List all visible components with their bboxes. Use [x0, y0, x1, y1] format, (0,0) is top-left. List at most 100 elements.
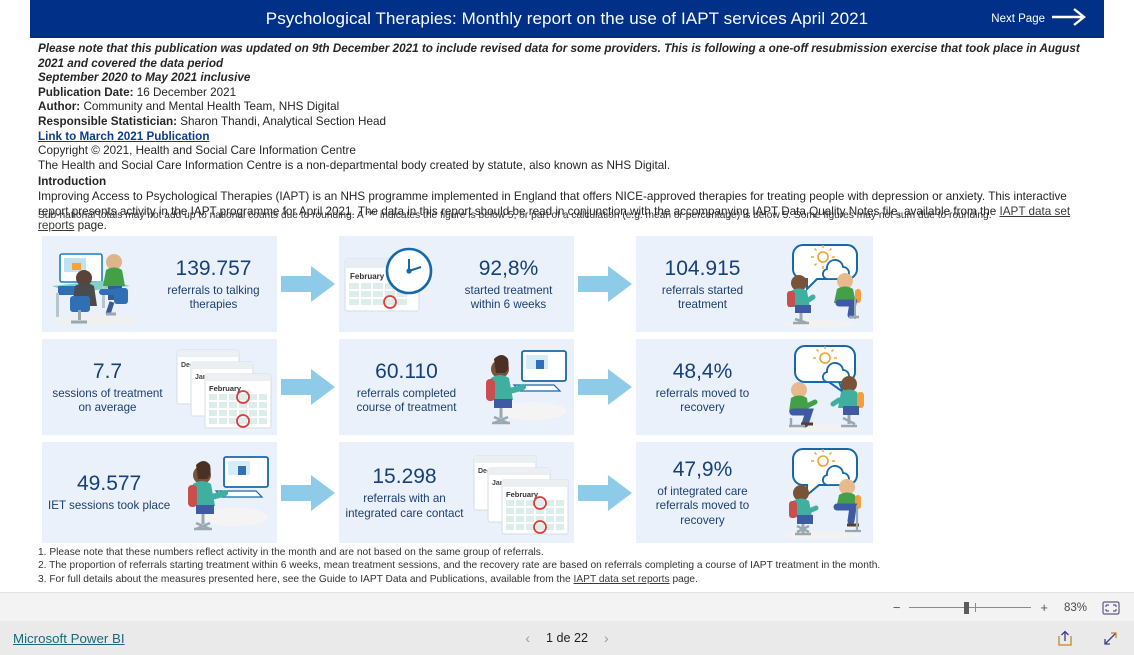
previous-page-button[interactable]: ‹ — [525, 630, 530, 646]
kpi-card-referrals-talking-therapies[interactable]: 139.757 referrals to talking therapies — [42, 236, 277, 332]
zoom-slider[interactable] — [909, 601, 1032, 614]
kpi-value: 60.110 — [375, 359, 438, 383]
report-notes: Please note that this publication was up… — [38, 42, 1096, 234]
kpi-card-sessions-average[interactable]: 7.7 sessions of treatment on average Dec… — [42, 339, 277, 435]
kpi-infographic: 139.757 referrals to talking therapies F… — [42, 236, 885, 550]
block-arrow-icon — [281, 369, 335, 405]
statistician-row: Responsible Statistician: Sharon Thandi,… — [38, 115, 1096, 130]
kpi-text: 49.577 IET sessions took place — [42, 471, 176, 514]
zoom-slider-track — [909, 607, 1032, 608]
kpi-value: 47,9% — [672, 457, 733, 481]
footer-action-icons — [1056, 629, 1120, 648]
kpi-card-integrated-care-contact[interactable]: 15.298 referrals with an integrated care… — [339, 442, 574, 543]
calendar-clock-icon: February — [339, 241, 443, 327]
arrow-right-icon — [1052, 7, 1090, 32]
author-row: Author: Community and Mental Health Team… — [38, 100, 1096, 115]
flow-arrow-5 — [277, 442, 339, 543]
march-publication-link-row: Link to March 2021 Publication — [38, 130, 1096, 145]
zoom-toolbar: − + 83% — [0, 592, 1134, 623]
zoom-slider-thumb[interactable] — [964, 601, 970, 614]
update-note-line2: September 2020 to May 2021 inclusive — [38, 71, 251, 85]
kpi-label: referrals started treatment — [661, 283, 744, 312]
report-header: Psychological Therapies: Monthly report … — [30, 0, 1104, 38]
fullscreen-icon[interactable] — [1101, 629, 1120, 648]
next-page-button[interactable]: Next Page — [991, 0, 1090, 38]
introduction-heading: Introduction — [38, 175, 107, 189]
flow-arrow-1 — [277, 236, 339, 332]
update-note-line1: Please note that this publication was up… — [38, 42, 1080, 70]
kpi-label: referrals to talking therapies — [167, 283, 260, 312]
report-footnotes: 1. Please note that these numbers reflec… — [38, 546, 1098, 586]
kpi-text: 139.757 referrals to talking therapies — [150, 256, 277, 313]
counselling-weather-icon — [769, 239, 873, 329]
kpi-row-1: 139.757 referrals to talking therapies F… — [42, 236, 885, 332]
page-title: Psychological Therapies: Monthly report … — [265, 9, 869, 28]
calendar-stack-icon: December January February — [470, 448, 574, 538]
kpi-card-integrated-care-recovery[interactable]: 47,9% of integrated care referrals moved… — [636, 442, 873, 543]
power-bi-report-page: Psychological Therapies: Monthly report … — [0, 0, 1134, 655]
flow-arrow-2 — [574, 236, 636, 332]
rounding-note: Sub-national totals may not add up to na… — [38, 210, 992, 221]
power-bi-status-bar: Microsoft Power BI ‹ 1 de 22 › — [0, 621, 1134, 655]
flow-arrow-3 — [277, 339, 339, 435]
kpi-card-referrals-started-treatment[interactable]: 104.915 referrals started treatment — [636, 236, 873, 332]
next-page-label: Next Page — [991, 13, 1045, 25]
zoom-in-button[interactable]: + — [1040, 601, 1048, 614]
kpi-label: sessions of treatment on average — [52, 386, 163, 415]
footnote-2: 2. The proportion of referrals starting … — [38, 560, 881, 572]
calendar-stack-icon: December January February — [173, 342, 277, 432]
kpi-label: referrals moved to recovery — [655, 386, 750, 415]
kpi-card-completed-course[interactable]: 60.110 referrals completed course of tre… — [339, 339, 574, 435]
kpi-text: 15.298 referrals with an integrated care… — [339, 464, 470, 521]
counselling-weather-icon — [769, 445, 873, 540]
publication-date-value: 16 December 2021 — [136, 85, 237, 99]
kpi-label: started treatment within 6 weeks — [464, 283, 553, 312]
zoom-out-button[interactable]: − — [893, 601, 901, 614]
flow-arrow-6 — [574, 442, 636, 543]
footnote-1: 1. Please note that these numbers reflec… — [38, 547, 544, 558]
kpi-value: 139.757 — [175, 256, 252, 280]
kpi-value: 48,4% — [672, 359, 733, 383]
page-navigator: ‹ 1 de 22 › — [0, 630, 1134, 646]
hscic-note-line: The Health and Social Care Information C… — [38, 158, 671, 172]
kpi-text: 60.110 referrals completed course of tre… — [339, 359, 474, 416]
kpi-card-iet-sessions[interactable]: 49.577 IET sessions took place — [42, 442, 277, 543]
copyright-line: Copyright © 2021, Health and Social Care… — [38, 144, 356, 158]
kpi-text: 92,8% started treatment within 6 weeks — [443, 256, 574, 313]
fit-to-page-icon[interactable] — [1102, 600, 1120, 615]
footnote-3-part2: page. — [669, 573, 698, 585]
kpi-card-moved-to-recovery[interactable]: 48,4% referrals moved to recovery — [636, 339, 873, 435]
kpi-text: 47,9% of integrated care referrals moved… — [636, 457, 769, 529]
kpi-text: 7.7 sessions of treatment on average — [42, 359, 173, 416]
kpi-label: referrals completed course of treatment — [356, 386, 457, 415]
online-session-icon — [474, 343, 574, 431]
svg-text:February: February — [506, 490, 539, 499]
share-icon[interactable] — [1056, 629, 1075, 648]
zoom-slider-tick — [975, 603, 977, 612]
block-arrow-icon — [578, 369, 632, 405]
kpi-label: referrals with an integrated care contac… — [345, 492, 464, 520]
author-label: Author: — [38, 100, 81, 114]
block-arrow-icon — [578, 266, 632, 302]
kpi-value: 15.298 — [372, 465, 437, 488]
kpi-card-started-within-6-weeks[interactable]: February 92,8% started treatment within … — [339, 236, 574, 332]
kpi-value: 7.7 — [92, 359, 123, 383]
online-session-icon — [176, 449, 276, 537]
block-arrow-icon — [578, 474, 632, 511]
publication-date-row: Publication Date: 16 December 2021 — [38, 86, 1096, 101]
iapt-data-set-reports-link-footnote[interactable]: IAPT data set reports — [574, 574, 670, 585]
next-page-button-footer[interactable]: › — [604, 630, 609, 646]
kpi-label: of integrated care referrals moved to re… — [655, 484, 750, 527]
svg-text:February: February — [350, 272, 385, 281]
kpi-row-2: 7.7 sessions of treatment on average Dec… — [42, 339, 885, 435]
author-value: Community and Mental Health Team, NHS Di… — [83, 100, 340, 114]
march-publication-link[interactable]: Link to March 2021 Publication — [38, 130, 209, 143]
flow-arrow-4 — [574, 339, 636, 435]
block-arrow-icon — [281, 266, 335, 302]
counselling-weather-icon — [769, 342, 873, 432]
block-arrow-icon — [281, 474, 335, 511]
kpi-value: 92,8% — [478, 256, 539, 280]
footnote-3-part1: 3. For full details about the measures p… — [38, 573, 574, 585]
publication-date-label: Publication Date: — [38, 85, 134, 99]
kpi-value: 49.577 — [77, 472, 142, 496]
